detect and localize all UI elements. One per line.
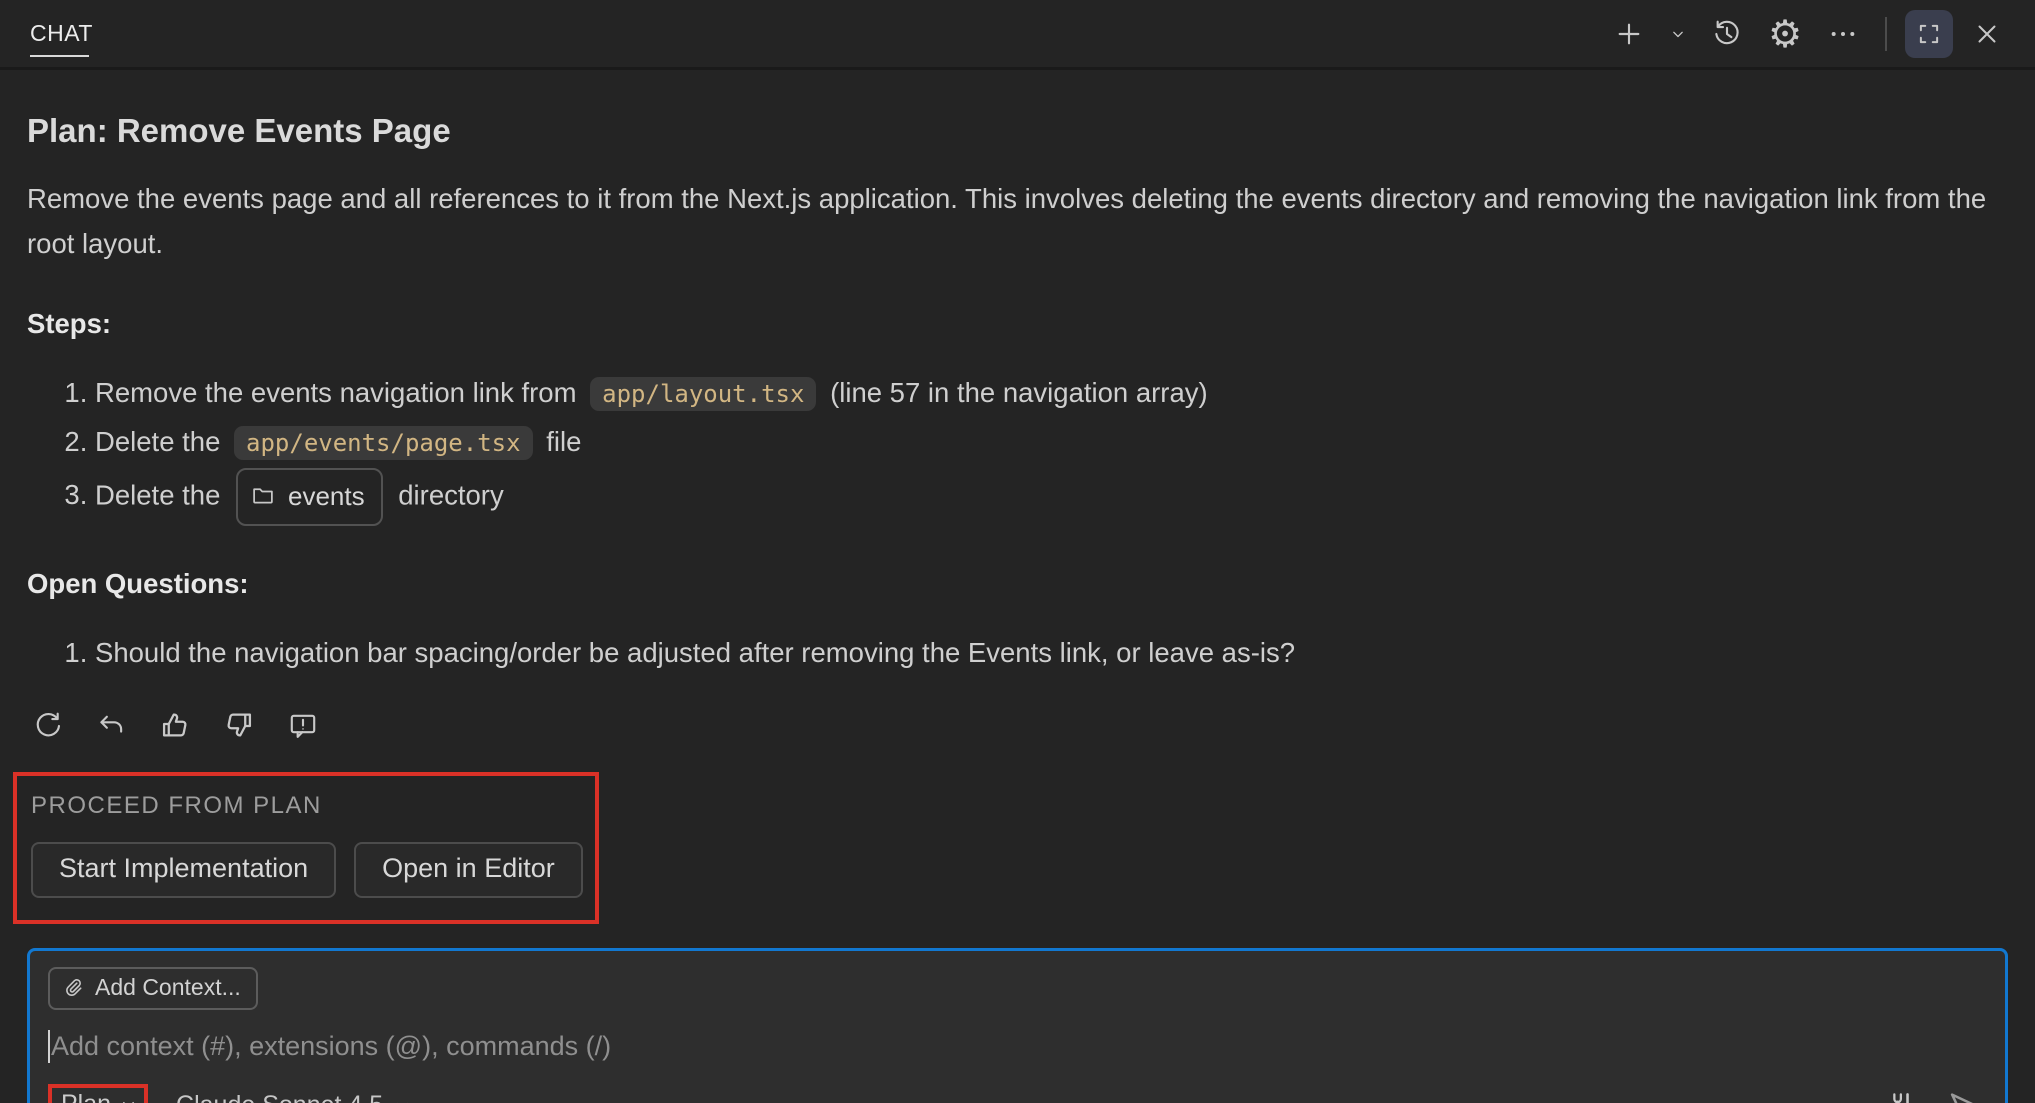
chat-text-input[interactable]: Add context (#), extensions (@), command…	[48, 1030, 1983, 1063]
add-context-button[interactable]: Add Context...	[48, 967, 258, 1010]
question-item-1: Should the navigation bar spacing/order …	[95, 630, 2008, 676]
chat-input-box[interactable]: Add Context... Add context (#), extensio…	[27, 948, 2008, 1103]
input-placeholder: Add context (#), extensions (@), command…	[51, 1031, 611, 1062]
folder-icon	[250, 483, 276, 509]
maximize-panel-icon	[1914, 19, 1944, 49]
proceed-from-plan-label: PROCEED FROM PLAN	[31, 792, 595, 820]
thumbs-down-icon	[222, 709, 256, 743]
titlebar-divider	[1885, 17, 1887, 51]
history-button[interactable]	[1703, 10, 1751, 58]
step-1-suffix: (line 57 in the navigation array)	[822, 377, 1207, 408]
questions-list: Should the navigation bar spacing/order …	[27, 630, 2008, 676]
thumbs-up-icon	[158, 709, 192, 743]
undo-button[interactable]	[91, 706, 131, 746]
settings-button[interactable]: ⚙	[1761, 10, 1809, 58]
model-picker-label: Claude Sonnet 4.5	[176, 1091, 383, 1103]
steps-heading: Steps:	[27, 308, 2008, 340]
more-ellipsis-icon	[1827, 18, 1859, 50]
undo-icon	[95, 710, 127, 742]
events-directory-chip[interactable]: events	[236, 468, 383, 526]
settings-gear-icon: ⚙	[1768, 15, 1802, 53]
maximize-panel-button[interactable]	[1905, 10, 1953, 58]
tab-chat-label: CHAT	[30, 20, 93, 47]
paperclip-icon	[61, 976, 85, 1000]
step-2-suffix: file	[539, 426, 582, 457]
text-cursor	[48, 1030, 50, 1063]
mode-picker-label: Plan	[61, 1090, 111, 1103]
report-issue-icon	[287, 710, 319, 742]
regenerate-icon	[31, 710, 63, 742]
message-actions-toolbar	[27, 706, 2008, 746]
open-in-editor-button[interactable]: Open in Editor	[354, 842, 583, 898]
more-actions-button[interactable]	[1819, 10, 1867, 58]
step-3-text: Delete the	[95, 479, 228, 510]
composer-actions	[1885, 1087, 1983, 1103]
history-icon	[1711, 18, 1743, 50]
step-2-text: Delete the	[95, 426, 228, 457]
titlebar-actions: ⚙	[1605, 10, 2011, 58]
inline-code-app-layout[interactable]: app/layout.tsx	[590, 377, 816, 411]
chat-message-area: Plan: Remove Events Page Remove the even…	[0, 112, 2035, 924]
regenerate-button[interactable]	[27, 706, 67, 746]
new-chat-plus-icon	[1613, 18, 1645, 50]
new-chat-button[interactable]	[1605, 10, 1653, 58]
step-item-1: Remove the events navigation link from a…	[95, 370, 2008, 417]
step-3-suffix: directory	[391, 479, 504, 510]
send-icon	[1945, 1087, 1983, 1103]
start-implementation-button[interactable]: Start Implementation	[31, 842, 336, 898]
plan-title: Plan: Remove Events Page	[27, 112, 2008, 150]
chevron-down-icon	[393, 1096, 412, 1103]
model-picker[interactable]: Claude Sonnet 4.5	[176, 1091, 412, 1103]
tools-icon	[1885, 1089, 1919, 1103]
report-issue-button[interactable]	[283, 706, 323, 746]
composer-bottom-row: Plan Claude Sonnet 4.5	[48, 1084, 1983, 1103]
proceed-from-plan-section: PROCEED FROM PLAN Start Implementation O…	[13, 772, 599, 924]
steps-list: Remove the events navigation link from a…	[27, 370, 2008, 526]
events-directory-label: events	[288, 473, 365, 519]
configure-tools-button[interactable]	[1885, 1089, 1919, 1103]
close-panel-button[interactable]	[1963, 10, 2011, 58]
step-item-2: Delete the app/events/page.tsx file	[95, 419, 2008, 466]
chevron-down-icon	[1668, 24, 1688, 44]
proceed-buttons-row: Start Implementation Open in Editor	[31, 842, 595, 898]
send-button[interactable]	[1945, 1087, 1983, 1103]
close-icon	[1972, 19, 2002, 49]
thumbs-up-button[interactable]	[155, 706, 195, 746]
step-item-3: Delete the events directory	[95, 468, 2008, 526]
inline-code-events-page[interactable]: app/events/page.tsx	[234, 426, 533, 460]
mode-picker-plan[interactable]: Plan	[48, 1084, 148, 1103]
open-questions-heading: Open Questions:	[27, 568, 2008, 600]
add-context-label: Add Context...	[95, 974, 241, 1001]
thumbs-down-button[interactable]	[219, 706, 259, 746]
question-1-text: Should the navigation bar spacing/order …	[95, 637, 1295, 668]
chevron-down-icon	[119, 1095, 138, 1103]
step-1-text: Remove the events navigation link from	[95, 377, 584, 408]
tab-chat[interactable]: CHAT	[30, 0, 93, 69]
chat-panel-titlebar: CHAT ⚙	[0, 0, 2035, 70]
plan-description: Remove the events page and all reference…	[27, 176, 2008, 266]
new-chat-dropdown-button[interactable]	[1663, 10, 1693, 58]
